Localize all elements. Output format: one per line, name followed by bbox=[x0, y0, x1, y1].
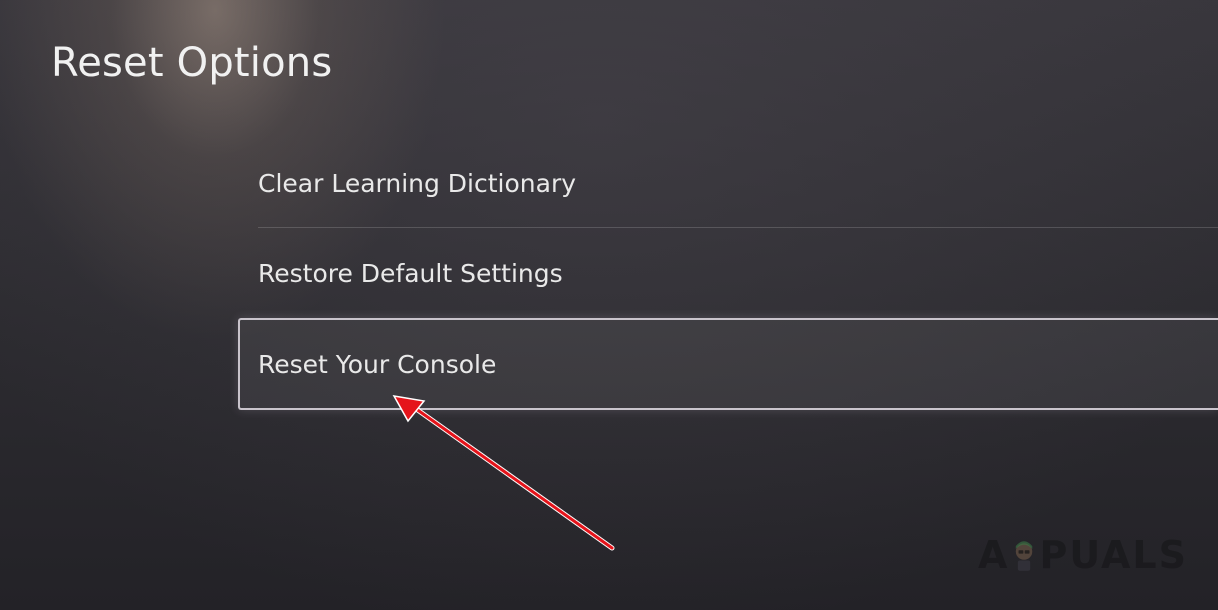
watermark-text-right: PUALS bbox=[1039, 532, 1188, 577]
mascot-logo-icon bbox=[1016, 540, 1033, 571]
appuals-watermark: A PUALS bbox=[978, 527, 1188, 582]
watermark-text-left: A bbox=[978, 532, 1010, 577]
annotation-arrow-icon bbox=[392, 395, 615, 551]
